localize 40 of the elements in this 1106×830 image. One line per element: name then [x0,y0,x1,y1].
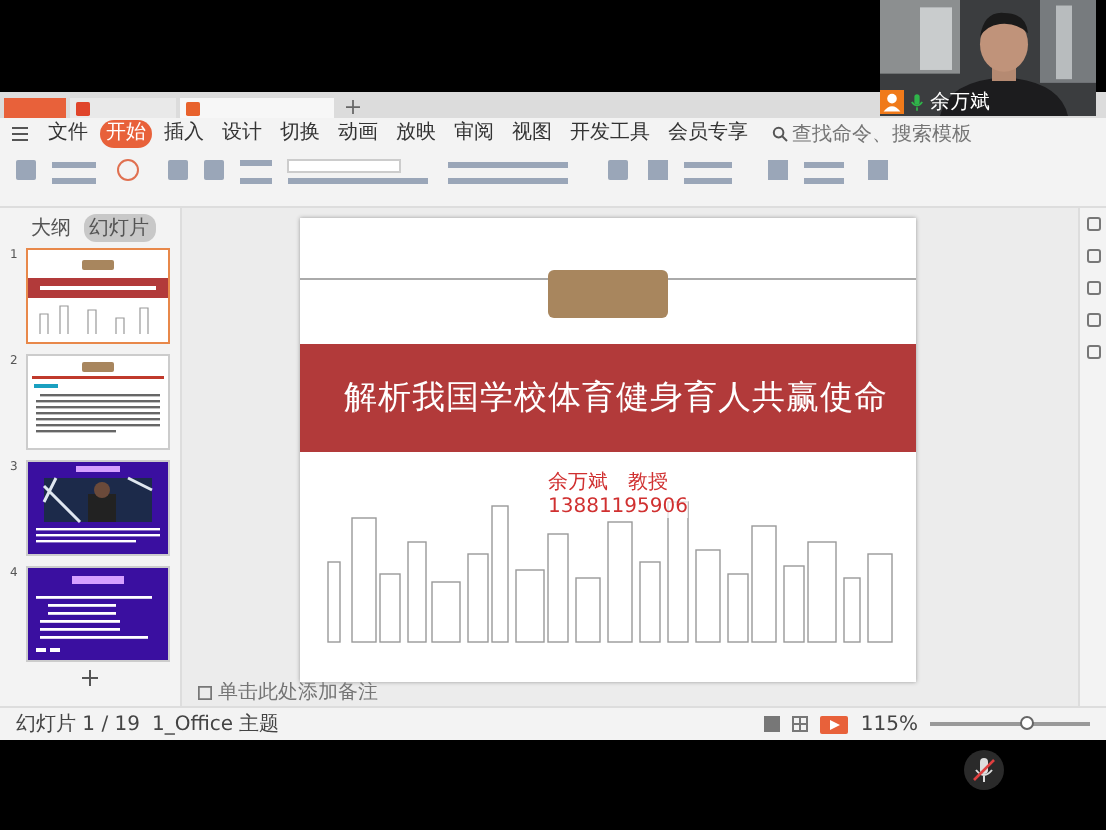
normal-view-icon[interactable] [764,716,781,732]
microphone-icon [910,92,924,112]
panel-tab[interactable]: 大纲 [25,214,77,242]
document-tab[interactable] [180,98,334,118]
notes-icon [198,685,212,699]
menu-tab[interactable]: 动画 [332,120,384,148]
zoom-level: 115% [860,713,918,735]
menu-tab[interactable]: 视图 [506,120,558,148]
slide-title: 解析我国学校体育健身育人共赢使命 [344,376,888,420]
participant-name: 余万斌 [930,89,990,116]
search-field[interactable]: 查找命令、搜索模板 [772,123,1012,145]
menu-icon[interactable] [12,126,28,142]
menu-tab[interactable]: 设计 [216,120,268,148]
phone-number: 13881195906 [548,496,688,518]
slide-thumbnail[interactable] [26,460,170,556]
menu-tab[interactable]: 放映 [390,120,442,148]
menu-tab[interactable]: 切换 [274,120,326,148]
muted-microphone-icon[interactable] [964,750,1004,790]
slide-label-shape [548,270,668,318]
panel-tab[interactable]: 幻灯片 [83,214,155,242]
user-icon [880,90,904,114]
menu-tab[interactable]: 开发工具 [564,120,656,148]
slide-thumbnail[interactable] [26,354,170,450]
slide-counter: 幻灯片 1 / 19 [16,711,140,738]
app-icon [76,101,90,115]
theme-name: 1_Office 主题 [152,711,280,738]
menu-tab[interactable]: 文件 [42,120,94,148]
search-icon [772,126,788,142]
app-tab[interactable] [70,98,176,118]
menu-tab[interactable]: 审阅 [448,120,500,148]
menu-tab[interactable]: 会员专享 [662,120,754,148]
slide-thumbnail[interactable] [26,566,170,662]
document-icon [186,101,200,115]
play-button[interactable] [820,715,849,733]
slide-thumbnail[interactable] [26,248,170,344]
slider-thumb[interactable] [1020,716,1034,730]
add-slide-icon[interactable] [82,670,98,686]
new-tab-icon[interactable] [346,100,360,114]
menu-tab[interactable]: 插入 [158,120,210,148]
sorter-view-icon[interactable] [792,716,809,732]
